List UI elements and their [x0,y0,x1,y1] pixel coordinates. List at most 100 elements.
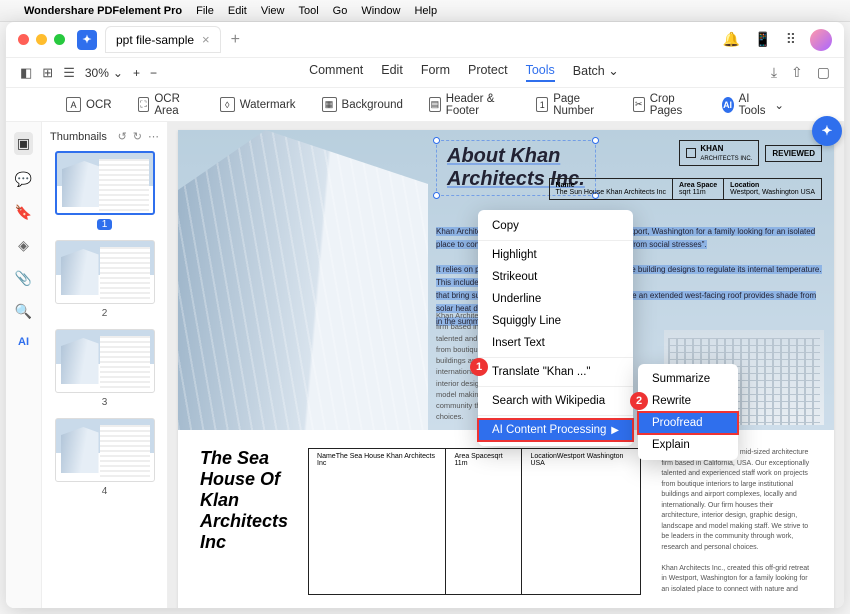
background-button[interactable]: ▦Background [322,97,403,112]
thumbnails-rail-icon[interactable]: ▣ [14,132,33,155]
document-tab[interactable]: ppt file-sample × [105,26,221,53]
thumbnails-title: Thumbnails [50,131,107,143]
thumbnail-1[interactable] [55,151,155,215]
ocr-icon: A [66,97,81,112]
bookmarks-rail-icon[interactable]: 🔖 [15,204,32,221]
redo-icon[interactable]: ↻ [133,130,142,143]
apps-icon[interactable]: ⠿ [786,31,796,48]
ctx-highlight[interactable]: Highlight [478,244,633,266]
layers-rail-icon[interactable]: ◈ [18,237,29,254]
context-menu: Copy Highlight Strikeout Underline Squig… [478,210,633,446]
ctx-translate[interactable]: Translate "Khan ..." [478,361,633,383]
sub-proofread[interactable]: Proofread [638,412,738,434]
watermark-icon: ◊ [220,97,235,112]
ctx-insert-text[interactable]: Insert Text [478,332,633,354]
zoom-control[interactable]: 30% ⌄ [85,66,123,80]
fullscreen-window-button[interactable] [54,34,65,45]
app-name[interactable]: Wondershare PDFelement Pro [24,5,182,17]
ocr-area-icon: ⛶ [138,97,150,112]
thumbnail-4[interactable] [55,418,155,482]
resize-handle[interactable] [433,192,440,199]
tab-edit[interactable]: Edit [381,63,403,82]
zoom-out-button[interactable]: − [150,66,157,80]
minimize-window-button[interactable] [36,34,47,45]
watermark-button[interactable]: ◊Watermark [220,97,296,112]
side-column: Khan Architects Inc., is a mid-sized arc… [661,448,812,595]
main-tabs: Comment Edit Form Protect Tools Batch ⌄ [309,63,619,82]
reviewed-stamp: REVIEWED [765,145,822,162]
tab-label: ppt file-sample [116,33,194,47]
left-rail: ▣ 💬 🔖 ◈ 📎 🔍 AI [6,122,42,608]
search-rail-icon[interactable]: 🔍 [15,303,32,320]
tab-comment[interactable]: Comment [309,63,363,82]
header-footer-button[interactable]: ▤Header & Footer [429,93,510,117]
close-window-button[interactable] [18,34,29,45]
ai-fab-button[interactable]: ✦ [812,116,842,146]
brand-logo-icon [686,148,696,158]
tab-close-icon[interactable]: × [202,32,210,47]
ocr-button[interactable]: AOCR [66,97,112,112]
attachments-rail-icon[interactable]: 📎 [15,270,32,287]
list-view-icon[interactable]: ☰ [63,65,75,81]
ctx-underline[interactable]: Underline [478,288,633,310]
ctx-squiggly[interactable]: Squiggly Line [478,310,633,332]
header-footer-icon: ▤ [429,97,441,112]
undo-icon[interactable]: ↺ [118,130,127,143]
chevron-down-icon: ⌄ [608,64,618,81]
tab-tools[interactable]: Tools [526,63,555,82]
menu-file[interactable]: File [196,5,214,17]
menu-view[interactable]: View [261,5,285,17]
header-stamps: KHANARCHITECTS INC. REVIEWED [679,140,822,166]
ctx-strikeout[interactable]: Strikeout [478,266,633,288]
crop-pages-button[interactable]: ✂Crop Pages [633,93,696,117]
ctx-ai-content-processing[interactable]: AI Content Processing▶ [478,419,633,441]
thumbnail-4-number: 4 [50,486,159,497]
user-avatar[interactable] [810,29,832,51]
zoom-caret-icon[interactable]: ⌄ [113,66,123,80]
ctx-copy[interactable]: Copy [478,215,633,237]
ocr-area-button[interactable]: ⛶OCR Area [138,93,194,117]
thumbnail-1-number: 1 [97,219,113,230]
callout-2: 2 [630,392,648,410]
menu-go[interactable]: Go [333,5,348,17]
cloud-download-icon[interactable]: ⤓ [771,64,777,81]
info-table: NameThe Sun House Khan Architects Inc Ar… [549,178,822,200]
tab-batch[interactable]: Batch ⌄ [573,63,619,82]
app-logo-icon: ✦ [77,30,97,50]
tab-protect[interactable]: Protect [468,63,508,82]
lower-info-table: NameThe Sea House Khan Architects Inc Ar… [308,448,641,595]
ai-tools-button[interactable]: AIAI Tools ⌄ [722,93,784,117]
page-number-icon: 1 [536,97,548,112]
notifications-icon[interactable]: 🔔 [723,31,740,48]
menu-window[interactable]: Window [361,5,400,17]
save-icon[interactable]: ▢ [817,64,830,81]
menu-edit[interactable]: Edit [228,5,247,17]
thumbnail-2-number: 2 [50,308,159,319]
thumbnail-3-number: 3 [50,397,159,408]
zoom-in-button[interactable]: + [133,66,140,80]
menu-help[interactable]: Help [414,5,437,17]
share-icon[interactable]: ⇧ [791,64,803,81]
callout-1: 1 [470,358,488,376]
sub-summarize[interactable]: Summarize [638,368,738,390]
sub-explain[interactable]: Explain [638,434,738,456]
resize-handle[interactable] [592,137,599,144]
mobile-icon[interactable]: 📱 [754,31,771,48]
more-icon[interactable]: ⋯ [148,130,159,143]
grid-view-icon[interactable]: ⊞ [42,65,53,81]
thumbnail-3[interactable] [55,329,155,393]
thumbnail-2[interactable] [55,240,155,304]
resize-handle[interactable] [433,137,440,144]
menu-tool[interactable]: Tool [298,5,318,17]
ctx-wikipedia[interactable]: Search with Wikipedia [478,390,633,412]
new-tab-button[interactable]: + [231,31,240,49]
page-number-button[interactable]: 1Page Number [536,93,607,117]
tab-form[interactable]: Form [421,63,450,82]
comments-rail-icon[interactable]: 💬 [15,171,32,188]
sub-rewrite[interactable]: Rewrite [638,390,738,412]
ai-rail-icon[interactable]: AI [18,336,29,348]
window-controls [18,34,65,45]
chevron-down-icon: ⌄ [774,98,784,112]
tools-toolbar: AOCR ⛶OCR Area ◊Watermark ▦Background ▤H… [6,88,844,122]
sidebar-toggle-icon[interactable]: ◧ [20,65,32,81]
